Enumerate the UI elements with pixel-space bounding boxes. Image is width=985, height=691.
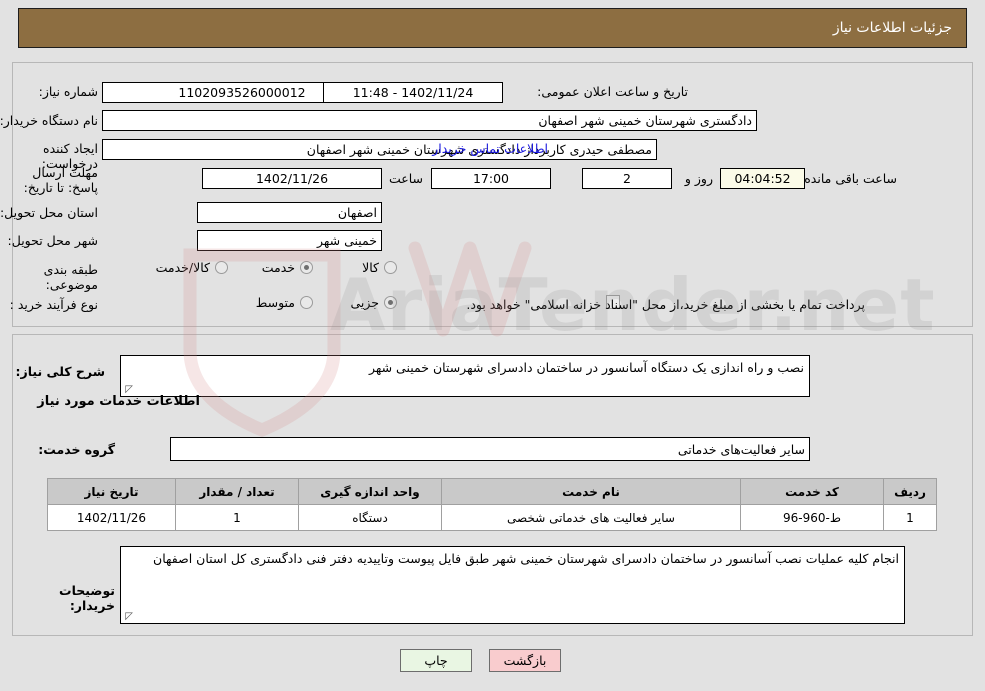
cell-date: 1402/11/26 — [47, 504, 176, 531]
remaining-time-label: ساعت باقی مانده — [804, 171, 897, 186]
cell-name: سایر فعالیت های خدماتی شخصی — [441, 504, 741, 531]
announce-datetime-label: تاریخ و ساعت اعلان عمومی: — [537, 84, 688, 99]
general-desc-label: شرح کلی نیاز: — [15, 364, 105, 379]
col-qty: تعداد / مقدار — [175, 478, 299, 505]
creator-value: مصطفی حیدری کاربرداز دادگستری شهرستان خم… — [102, 139, 657, 160]
radio-motavaset[interactable] — [300, 296, 313, 309]
radio-khedmat[interactable] — [300, 261, 313, 274]
col-unit: واحد اندازه گیری — [298, 478, 442, 505]
province-value: اصفهان — [197, 202, 382, 223]
days-label: روز و — [684, 171, 713, 186]
page-root: AriaTender.net جزئیات اطلاعات نیاز شماره… — [0, 0, 985, 691]
services-section-title: اطلاعات خدمات مورد نیاز — [37, 394, 200, 409]
resize-grip-icon-notes[interactable]: ◸ — [123, 612, 133, 622]
category-option-kala-khedmat-label: کالا/خدمت — [155, 260, 210, 275]
deadline-date-value: 1402/11/26 — [202, 168, 382, 189]
deadline-label: مهلت ارسال پاسخ: تا تاریخ: — [23, 165, 98, 195]
service-group-label: گروه خدمت: — [38, 442, 115, 457]
buyer-notes-label: توضیحات خریدار: — [59, 583, 115, 613]
purchase-type-option-jozi[interactable]: جزیی — [350, 295, 397, 310]
cell-radif: 1 — [883, 504, 937, 531]
category-option-khedmat-label: خدمت — [261, 260, 295, 275]
window-title-bar: جزئیات اطلاعات نیاز — [18, 8, 967, 48]
buyer-org-label: نام دستگاه خریدار: — [0, 113, 98, 128]
category-label: طبقه بندی موضوعی: — [43, 262, 98, 292]
col-name: نام خدمت — [441, 478, 741, 505]
buyer-notes-value[interactable]: انجام کلیه عملیات نصب آسانسور در ساختمان… — [120, 546, 905, 624]
purchase-type-label: نوع فرآیند خرید : — [9, 297, 98, 312]
col-date: تاریخ نیاز — [47, 478, 176, 505]
hour-value: 17:00 — [431, 168, 551, 189]
city-label: شهر محل تحویل: — [7, 233, 98, 248]
general-desc-value[interactable]: نصب و راه اندازی یک دستگاه آسانسور در سا… — [120, 355, 810, 397]
purchase-type-option-motavaset-label: متوسط — [255, 295, 295, 310]
province-label: استان محل تحویل: — [0, 205, 98, 220]
print-button[interactable]: چاپ — [400, 649, 472, 672]
buyer-org-value: دادگستری شهرستان خمینی شهر اصفهان — [102, 110, 757, 131]
services-table: ردیف کد خدمت نام خدمت واحد اندازه گیری ت… — [47, 478, 937, 531]
purchase-type-option-motavaset[interactable]: متوسط — [256, 295, 313, 310]
table-header-row: ردیف کد خدمت نام خدمت واحد اندازه گیری ت… — [47, 478, 937, 505]
general-desc-text: نصب و راه اندازی یک دستگاه آسانسور در سا… — [368, 360, 804, 375]
radio-jozi[interactable] — [384, 296, 397, 309]
category-option-kala-khedmat[interactable]: کالا/خدمت — [156, 260, 228, 275]
cell-unit: دستگاه — [298, 504, 442, 531]
city-value: خمینی شهر — [197, 230, 382, 251]
buyer-notes-text: انجام کلیه عملیات نصب آسانسور در ساختمان… — [153, 551, 899, 566]
cell-code: ط-960-96 — [740, 504, 884, 531]
category-option-khedmat[interactable]: خدمت — [262, 260, 313, 275]
treasury-bond-note: پرداخت تمام یا بخشی از مبلغ خرید،از محل … — [466, 297, 865, 312]
days-value: 2 — [582, 168, 672, 189]
service-group-value: سایر فعالیت‌های خدماتی — [170, 437, 810, 461]
radio-kala[interactable] — [384, 261, 397, 274]
need-number-label: شماره نیاز: — [38, 84, 98, 99]
hour-label: ساعت — [388, 171, 423, 186]
announce-datetime-value: 1402/11/24 - 11:48 — [323, 82, 503, 103]
page-title: جزئیات اطلاعات نیاز — [832, 20, 952, 36]
buyer-contact-link[interactable]: اطلاعات تماس خریدار — [432, 141, 548, 156]
purchase-type-option-jozi-label: جزیی — [350, 295, 379, 310]
remaining-time-value: 04:04:52 — [720, 168, 805, 189]
cell-qty: 1 — [175, 504, 299, 531]
category-option-kala-label: کالا — [362, 260, 379, 275]
col-code: کد خدمت — [740, 478, 884, 505]
radio-kala-khedmat[interactable] — [215, 261, 228, 274]
col-radif: ردیف — [883, 478, 937, 505]
table-row: 1 ط-960-96 سایر فعالیت های خدماتی شخصی د… — [47, 504, 937, 531]
back-button[interactable]: بازگشت — [489, 649, 561, 672]
category-option-kala[interactable]: کالا — [362, 260, 397, 275]
